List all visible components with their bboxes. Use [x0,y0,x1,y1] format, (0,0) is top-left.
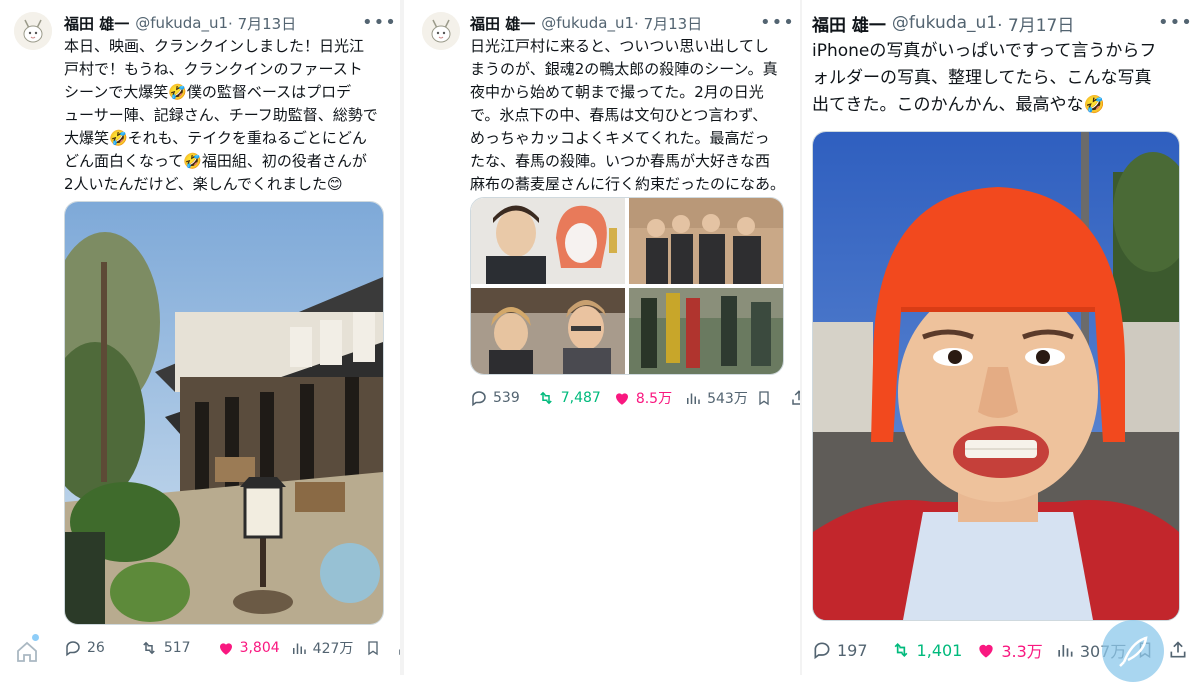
retweet-count: 7,487 [560,390,601,406]
tweet-3[interactable]: 福田 雄一 @fukuda_u1 · 7月17日 ••• iPhoneの写真がい… [802,0,1200,682]
like-count: 3.3万 [1001,642,1043,661]
tweet-1[interactable]: 福田 雄一 @fukuda_u1 · 7月13日 ••• 本日、映画、クランクイ… [0,0,414,675]
tweet-date[interactable]: · 7月13日 [228,13,296,34]
heart-icon [979,644,994,658]
reply-icon [66,641,80,657]
author-handle[interactable]: @fukuda_u1 [541,14,634,32]
bookmark-button[interactable] [365,639,381,657]
more-icon[interactable]: ••• [760,12,795,33]
avatar-icon [14,12,52,50]
tweet-header: 福田 雄一 @fukuda_u1 · 7月17日 [812,11,1074,36]
retweet-button[interactable]: 517 [139,639,191,657]
retweet-count: 1,401 [916,640,963,660]
reply-count: 26 [87,640,105,656]
like-button[interactable]: 3.3万 [976,638,1043,662]
retweet-icon [143,641,155,655]
view-count: 427万 [312,641,354,657]
reply-count: 539 [493,390,520,406]
retweet-count: 517 [163,640,191,656]
like-count: 3,804 [239,640,280,656]
heart-icon [615,393,628,405]
feather-icon [1119,636,1148,667]
tweet-header: 福田 雄一 @fukuda_u1 · 7月13日 [470,12,702,34]
more-icon[interactable]: ••• [1158,12,1193,33]
bookmark-icon [759,391,769,406]
tweet-2[interactable]: 福田 雄一 @fukuda_u1 · 7月13日 ••• 日光江戸村に来ると、つ… [404,0,806,675]
tweet-text: 本日、映画、クランクインしました！日光江 戸村で！もうね、クランクインのファース… [64,37,378,193]
retweet-icon [894,642,907,658]
tweet-photo[interactable] [812,131,1180,621]
share-button[interactable] [1168,640,1188,660]
reply-button[interactable]: 197 [812,640,868,660]
tweet-actions: 539 7,487 8.5万 543万 [470,388,808,408]
avatar[interactable] [422,12,460,50]
reply-icon [814,642,830,660]
heart-icon [219,643,232,655]
compose-button[interactable] [1102,620,1164,682]
avatar-icon [422,12,460,50]
author-name[interactable]: 福田 雄一 [470,13,535,34]
author-handle[interactable]: @fukuda_u1 [892,13,997,33]
tweet-photo-grid[interactable] [470,197,784,375]
views-icon [687,393,700,404]
author-name[interactable]: 福田 雄一 [812,11,886,36]
author-name[interactable]: 福田 雄一 [64,13,129,34]
notification-dot [32,634,39,641]
views-icon [292,643,306,654]
portrait-photo-icon [813,132,1179,620]
bookmark-button[interactable] [756,389,772,407]
reply-button[interactable]: 539 [470,389,520,407]
compose-float-icon[interactable] [320,543,380,603]
like-count: 8.5万 [635,391,673,407]
reply-button[interactable]: 26 [64,639,105,657]
tweet-actions: 26 517 3,804 427万 [64,638,415,658]
tweet-date[interactable]: · 7月13日 [634,13,702,34]
tweet-date[interactable]: · 7月17日 [997,11,1074,36]
reply-count: 197 [837,640,868,660]
tweet-text: iPhoneの写真がいっぱいですって言うからフ ォルダーの写真、整理してたら、こ… [812,41,1157,115]
tweet-text: 日光江戸村に来ると、ついつい思い出してし まうのが、銀魂2の鴨太郎の殺陣のシーン… [470,37,786,193]
avatar[interactable] [14,12,52,50]
views-button[interactable]: 543万 [684,388,748,408]
reply-icon [472,391,486,407]
view-count: 543万 [707,391,748,407]
tweet-header: 福田 雄一 @fukuda_u1 · 7月13日 [64,12,296,34]
retweet-button[interactable]: 7,487 [536,389,601,407]
like-button[interactable]: 3,804 [217,639,280,657]
bookmark-icon [368,641,379,656]
home-icon[interactable] [14,640,40,668]
retweet-button[interactable]: 1,401 [890,640,963,660]
share-icon [1170,641,1186,658]
author-handle[interactable]: @fukuda_u1 [135,14,228,32]
views-icon [1058,645,1073,657]
retweet-icon [539,391,552,405]
photo-grid-icon [471,198,783,374]
like-button[interactable]: 8.5万 [613,388,672,408]
views-button[interactable]: 427万 [290,638,354,658]
more-icon[interactable]: ••• [362,12,397,33]
